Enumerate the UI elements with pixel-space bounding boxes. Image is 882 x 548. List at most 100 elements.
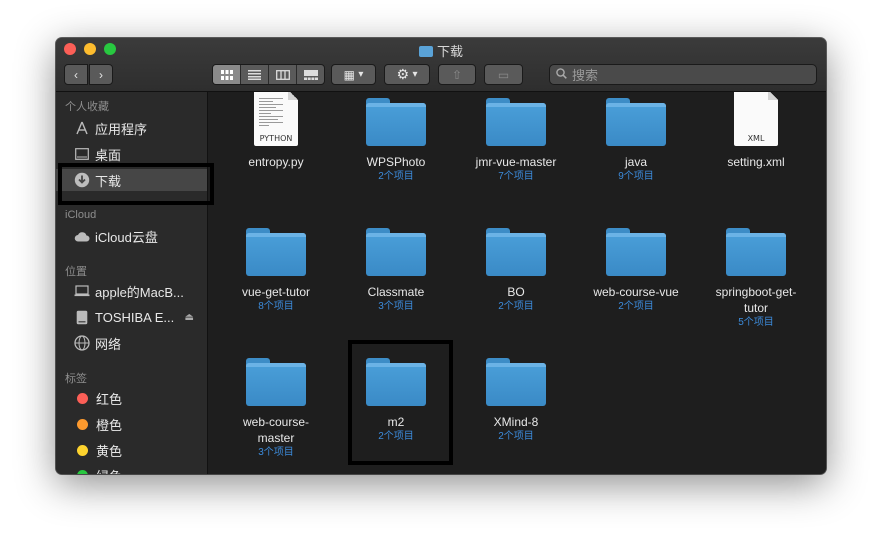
sidebar-item-label: apple的MacB...: [95, 284, 184, 300]
window-title-text: 下载: [436, 44, 463, 59]
file-ext-label: XML: [747, 134, 765, 143]
view-mode-control: [212, 64, 325, 85]
sidebar-item-icloud-drive[interactable]: iCloud云盘: [56, 225, 207, 247]
sidebar: 个人收藏 应用程序 桌面 下载 iCloud iCloud云盘 位置 apple…: [56, 92, 208, 474]
laptop-icon: [74, 283, 90, 299]
folder-name: XMind-8: [493, 415, 539, 429]
folder-item-springboot-get-tutor[interactable]: springboot-get-tutor 5个项目: [701, 228, 811, 330]
file-name: entropy.py: [248, 155, 304, 169]
share-icon: ⇧: [451, 67, 463, 82]
share-button[interactable]: ⇧: [438, 64, 476, 85]
sidebar-item-macbook[interactable]: apple的MacB...: [56, 280, 207, 302]
search-field[interactable]: 搜索: [549, 64, 817, 85]
green-tag-dot-icon: [77, 469, 88, 474]
file-grid: PYTHON entropy.py WPSPhoto 2个项目 jmr-vue-…: [209, 92, 826, 474]
folder-name: Classmate: [367, 285, 425, 299]
list-view-button[interactable]: [241, 65, 269, 84]
forward-button[interactable]: ›: [89, 64, 113, 85]
locations-header: 位置: [65, 266, 87, 278]
folder-icon: [246, 358, 306, 406]
folder-icon: [486, 228, 546, 276]
folder-name: java: [624, 155, 647, 169]
folder-name: BO: [507, 285, 525, 299]
python-document-icon: PYTHON: [254, 92, 298, 146]
folder-item-classmate[interactable]: Classmate 3个项目: [341, 228, 451, 314]
sidebar-item-toshiba[interactable]: TOSHIBA E... ⏏: [56, 306, 207, 328]
tags-header: 标签: [65, 373, 87, 385]
search-icon: [556, 67, 567, 82]
sidebar-item-label: 橙色: [96, 417, 123, 433]
folder-icon: [606, 98, 666, 146]
icloud-header: iCloud: [65, 209, 97, 221]
folder-item-m2[interactable]: m2 2个项目: [341, 358, 451, 444]
folder-icon: [246, 228, 306, 276]
folder-name: WPSPhoto: [366, 155, 426, 169]
back-button[interactable]: ‹: [64, 64, 88, 85]
sidebar-item-label: 绿色: [96, 466, 122, 475]
orange-tag-dot-icon: [77, 418, 88, 430]
sidebar-item-desktop[interactable]: 桌面: [56, 143, 207, 165]
sidebar-item-network[interactable]: 网络: [56, 332, 207, 354]
file-name: setting.xml: [727, 155, 785, 169]
folder-name: m2: [387, 415, 405, 429]
downloads-icon: [74, 172, 90, 188]
sidebar-item-tag-green[interactable]: 绿色: [56, 464, 207, 475]
sidebar-item-tag-red[interactable]: 红色: [56, 387, 207, 409]
folder-icon: [418, 46, 433, 57]
chevron-right-icon: ›: [99, 67, 103, 82]
group-icon: ▦: [343, 67, 355, 82]
sidebar-item-applications[interactable]: 应用程序: [56, 117, 207, 139]
icon-view-button[interactable]: [213, 65, 241, 84]
folder-icon: [366, 98, 426, 146]
desktop-icon: [74, 146, 90, 162]
drive-icon: [74, 309, 90, 325]
folder-item-bo[interactable]: BO 2个项目: [461, 228, 571, 314]
chevron-down-icon: ▾: [358, 69, 364, 80]
sidebar-item-label: 黄色: [96, 443, 123, 459]
title-bar: 下载 ‹ › ▦ ▾ ⚙ ▾ ⇧ ▭ 搜索: [56, 38, 826, 92]
sidebar-item-label: 红色: [96, 391, 123, 407]
sidebar-item-tag-yellow[interactable]: 黄色: [56, 439, 207, 461]
folder-item-count: 9个项目: [618, 171, 654, 182]
file-ext-label: PYTHON: [259, 134, 293, 143]
network-icon: [74, 335, 90, 351]
folder-icon: [726, 228, 786, 276]
gallery-view-button[interactable]: [297, 65, 324, 84]
sidebar-item-label: 下载: [95, 173, 122, 189]
folder-item-jmr-vue-master[interactable]: jmr-vue-master 7个项目: [461, 98, 571, 184]
applications-icon: [74, 120, 90, 136]
folder-item-web-course-master[interactable]: web-course-master 3个项目: [221, 358, 331, 460]
gallery-icon: [303, 69, 318, 80]
folder-item-web-course-vue[interactable]: web-course-vue 2个项目: [581, 228, 691, 314]
folder-item-xmind-8[interactable]: XMind-8 2个项目: [461, 358, 571, 444]
file-item-entropy[interactable]: PYTHON entropy.py: [221, 92, 331, 170]
action-menu-button[interactable]: ⚙ ▾: [384, 64, 430, 85]
folder-name: springboot-get-tutor: [715, 285, 797, 315]
favorites-header: 个人收藏: [65, 101, 109, 113]
folder-name: vue-get-tutor: [241, 285, 311, 299]
chevron-down-icon: ▾: [412, 69, 418, 80]
file-item-setting-xml[interactable]: XML setting.xml: [701, 92, 811, 170]
folder-item-count: 5个项目: [738, 317, 774, 328]
window-title: 下载: [56, 41, 826, 60]
finder-window: 下载 ‹ › ▦ ▾ ⚙ ▾ ⇧ ▭ 搜索 个人收藏 应用程序 桌面 下载 iC…: [56, 38, 826, 474]
sidebar-item-downloads[interactable]: 下载: [56, 169, 207, 191]
column-view-button[interactable]: [269, 65, 297, 84]
folder-item-count: 3个项目: [258, 447, 294, 458]
cloud-icon: [74, 228, 90, 244]
sidebar-item-label: TOSHIBA E...: [95, 309, 175, 325]
folder-icon: [486, 98, 546, 146]
tag-icon: ▭: [497, 67, 510, 82]
sidebar-item-label: 桌面: [95, 147, 122, 163]
folder-item-count: 7个项目: [498, 171, 534, 182]
tags-button[interactable]: ▭: [484, 64, 523, 85]
folder-item-wpsphoto[interactable]: WPSPhoto 2个项目: [341, 98, 451, 184]
eject-icon[interactable]: ⏏: [185, 312, 194, 323]
folder-item-vue-get-tutor[interactable]: vue-get-tutor 8个项目: [221, 228, 331, 314]
folder-item-java[interactable]: java 9个项目: [581, 98, 691, 184]
sidebar-item-tag-orange[interactable]: 橙色: [56, 413, 207, 435]
grid-icon: [220, 69, 233, 80]
gear-icon: ⚙: [396, 66, 410, 82]
group-by-button[interactable]: ▦ ▾: [331, 64, 376, 85]
folder-item-count: 2个项目: [378, 431, 414, 442]
